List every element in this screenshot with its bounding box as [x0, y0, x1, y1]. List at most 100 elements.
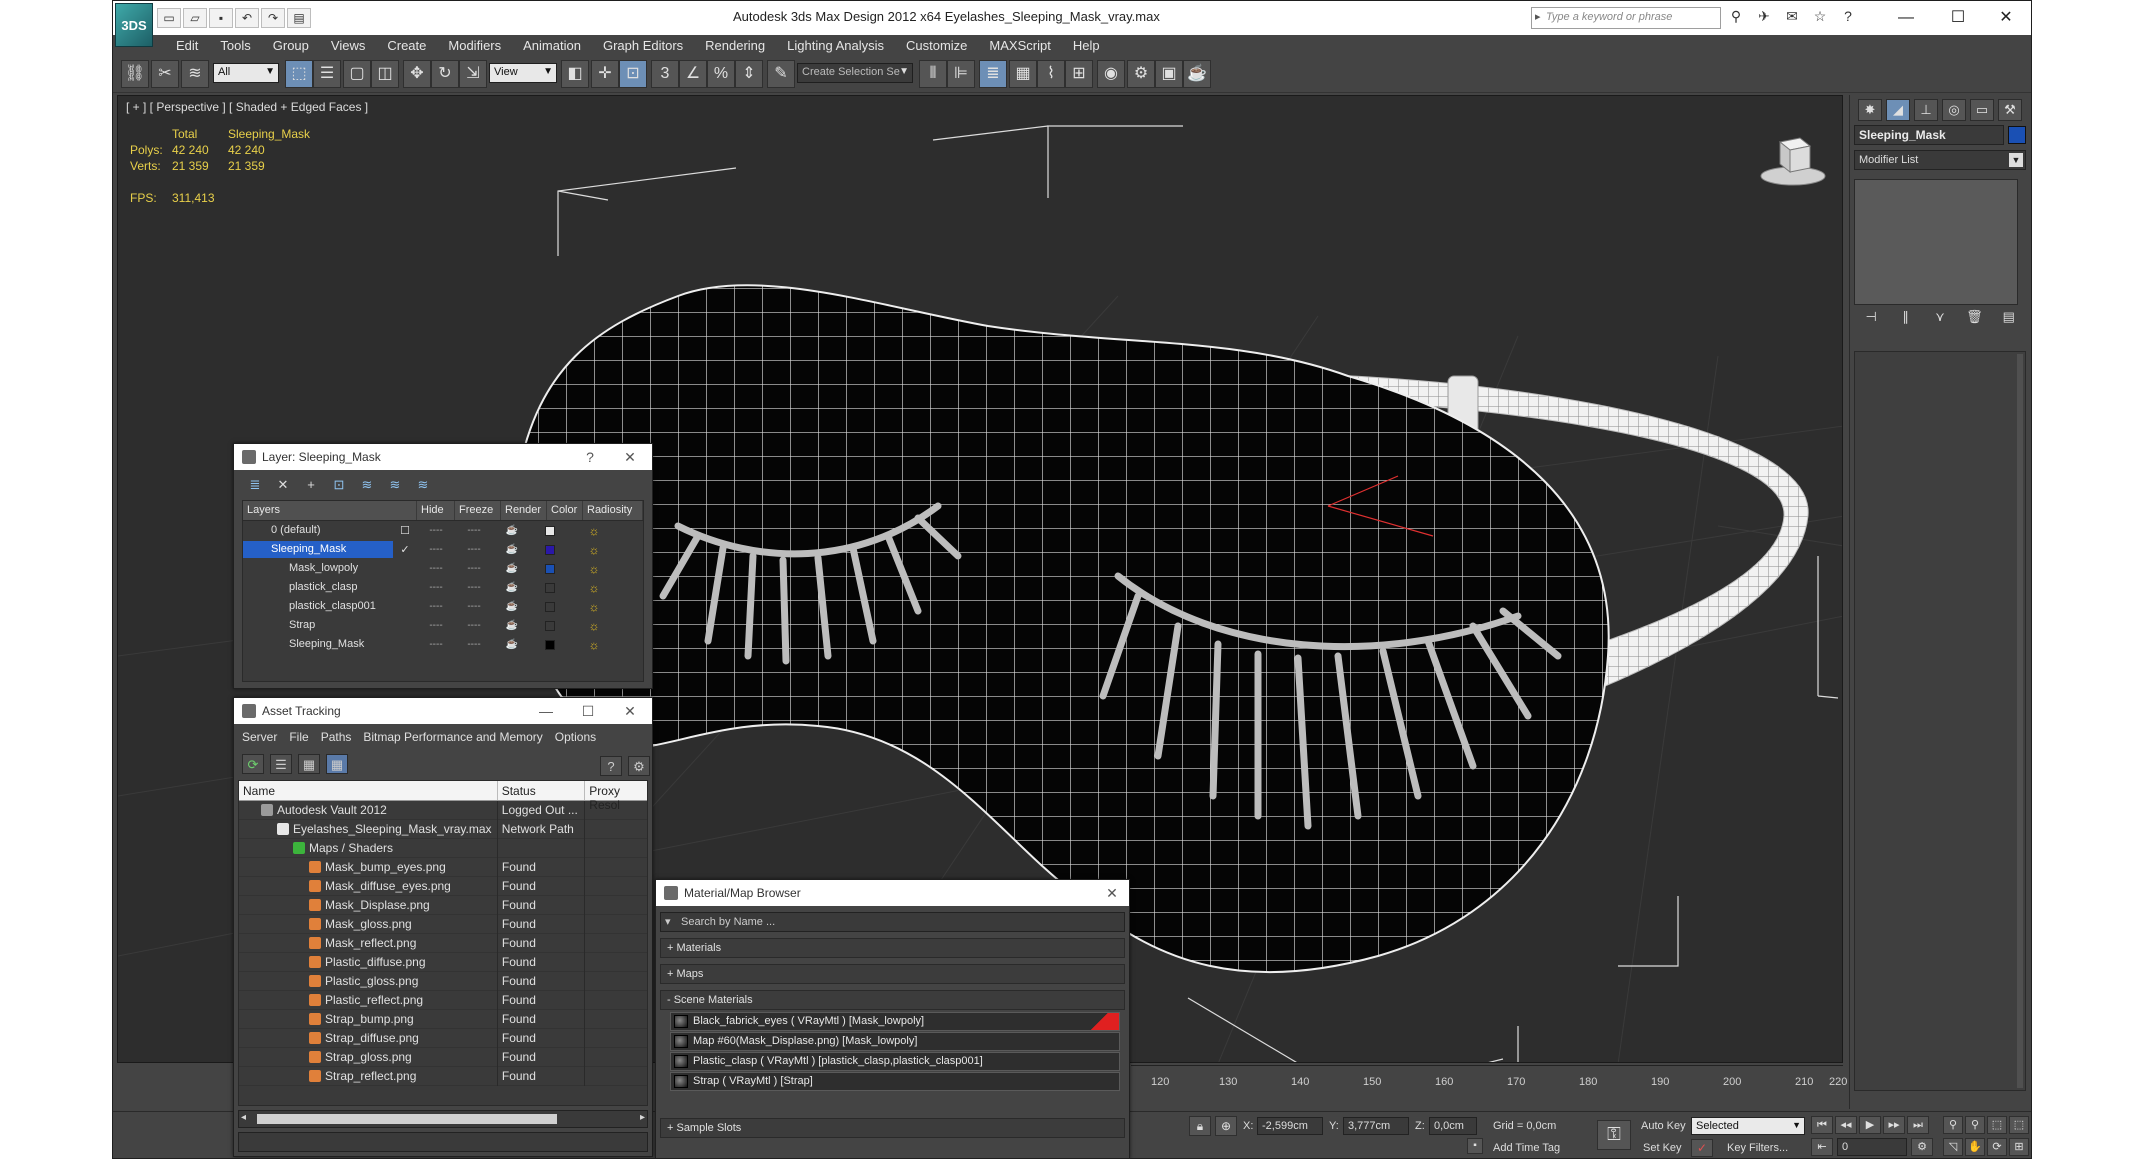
- table-row[interactable]: Eyelashes_Sleeping_Mask_vray.max Network …: [239, 819, 647, 839]
- communication-icon[interactable]: ✉: [1781, 8, 1803, 28]
- col-color[interactable]: Color: [547, 501, 583, 520]
- configure-sets-icon[interactable]: ▤: [1998, 309, 2020, 327]
- favorites-star-icon[interactable]: ☆: [1809, 8, 1831, 28]
- scene-materials-group[interactable]: - Scene Materials: [660, 990, 1125, 1010]
- scroll-right-icon[interactable]: ▸: [640, 1112, 645, 1123]
- radiosity-icon[interactable]: ☼: [569, 619, 619, 633]
- material-item[interactable]: Strap ( VRayMtl ) [Strap]: [670, 1072, 1120, 1091]
- close-button[interactable]: ✕: [1983, 5, 2029, 31]
- freeze-toggle[interactable]: ----: [455, 601, 493, 612]
- hide-toggle[interactable]: ----: [417, 582, 455, 593]
- key-icon[interactable]: ✓: [1691, 1139, 1713, 1157]
- graphite-modeling-icon[interactable]: ▦: [1009, 60, 1037, 88]
- layer-row[interactable]: Sleeping_Mask ---- ---- ☕ ☼: [243, 635, 643, 654]
- sample-slots-group[interactable]: + Sample Slots: [660, 1118, 1125, 1138]
- layer-manager-icon[interactable]: ≣: [979, 60, 1007, 88]
- asset-panel-minimize-button[interactable]: —: [536, 702, 556, 720]
- menu-rendering[interactable]: Rendering: [694, 35, 776, 57]
- rollout-area[interactable]: [1854, 351, 2026, 1091]
- asset-panel-close-button[interactable]: ✕: [620, 702, 640, 720]
- track-bar[interactable]: 120 130 140 150 160 170 180 190 200 210 …: [1131, 1065, 1847, 1091]
- freeze-toggle[interactable]: ----: [455, 544, 493, 555]
- table-row[interactable]: Plastic_diffuse.png Found: [239, 952, 647, 972]
- rollout-scrollbar[interactable]: [2017, 354, 2023, 1088]
- bind-space-warp-icon[interactable]: ≋: [181, 60, 209, 88]
- modify-tab-icon[interactable]: ◢: [1886, 99, 1910, 121]
- time-config-icon[interactable]: ⚙: [1911, 1138, 1933, 1156]
- menu-graph-editors[interactable]: Graph Editors: [592, 35, 694, 57]
- menu-edit[interactable]: Edit: [165, 35, 209, 57]
- minimize-button[interactable]: —: [1883, 5, 1929, 31]
- material-item[interactable]: Plastic_clasp ( VRayMtl ) [plastick_clas…: [670, 1052, 1120, 1071]
- align-icon[interactable]: ⊫: [947, 60, 975, 88]
- freeze-toggle[interactable]: ----: [455, 525, 493, 536]
- modifier-stack[interactable]: [1854, 179, 2018, 305]
- hide-toggle[interactable]: ----: [417, 544, 455, 555]
- set-key-button[interactable]: Set Key: [1643, 1142, 1682, 1154]
- freeze-toggle[interactable]: ----: [455, 582, 493, 593]
- table-row[interactable]: Strap_gloss.png Found: [239, 1047, 647, 1067]
- col-status[interactable]: Status: [498, 781, 586, 800]
- col-freeze[interactable]: Freeze: [455, 501, 501, 520]
- select-in-layer-icon[interactable]: ⊡: [328, 476, 350, 494]
- asset-menu-file[interactable]: File: [289, 730, 308, 744]
- redo-icon[interactable]: ↷: [261, 8, 285, 28]
- asset-panel-titlebar[interactable]: Asset Tracking — ☐ ✕: [234, 698, 652, 724]
- layer-color[interactable]: [531, 639, 569, 650]
- snaps-toggle-icon[interactable]: 3: [651, 60, 679, 88]
- app-logo[interactable]: 3DS: [115, 3, 153, 47]
- layer-row[interactable]: Sleeping_Mask ✓ ---- ---- ☕ ☼: [243, 540, 643, 559]
- col-render[interactable]: Render: [501, 501, 547, 520]
- asset-menu-options[interactable]: Options: [555, 730, 596, 744]
- layer-color[interactable]: [531, 544, 569, 555]
- edit-named-selection-icon[interactable]: ✎: [767, 60, 795, 88]
- menu-group[interactable]: Group: [262, 35, 320, 57]
- project-folder-icon[interactable]: ▤: [287, 8, 311, 28]
- select-object-icon[interactable]: ⬚: [285, 60, 313, 88]
- layer-row[interactable]: Strap ---- ---- ☕ ☼: [243, 616, 643, 635]
- reference-coord-select[interactable]: View ▼: [489, 63, 557, 83]
- material-search-input[interactable]: Search by Name ...: [660, 912, 1125, 932]
- pin-stack-icon[interactable]: ⊣: [1860, 309, 1882, 327]
- next-frame-icon[interactable]: ▸▸: [1883, 1116, 1905, 1134]
- layer-panel-titlebar[interactable]: Layer: Sleeping_Mask ? ✕: [234, 444, 652, 470]
- menu-customize[interactable]: Customize: [895, 35, 978, 57]
- rotate-icon[interactable]: ↻: [431, 60, 459, 88]
- freeze-toggle[interactable]: ----: [455, 639, 493, 650]
- maps-group[interactable]: + Maps: [660, 964, 1125, 984]
- col-radiosity[interactable]: Radiosity: [583, 501, 643, 520]
- table-row[interactable]: Mask_gloss.png Found: [239, 914, 647, 934]
- percent-snap-icon[interactable]: %: [707, 60, 735, 88]
- play-icon[interactable]: ▶: [1859, 1116, 1881, 1134]
- table-view-icon[interactable]: ▦: [298, 754, 320, 774]
- object-color-swatch[interactable]: [2008, 126, 2026, 144]
- material-browser-close-button[interactable]: ✕: [1102, 884, 1122, 902]
- previous-frame-icon[interactable]: ◂◂: [1835, 1116, 1857, 1134]
- move-icon[interactable]: ✥: [403, 60, 431, 88]
- menu-maxscript[interactable]: MAXScript: [978, 35, 1061, 57]
- angle-snap-icon[interactable]: ∠: [679, 60, 707, 88]
- radiosity-icon[interactable]: ☼: [569, 524, 619, 538]
- menu-lighting-analysis[interactable]: Lighting Analysis: [776, 35, 895, 57]
- layer-row[interactable]: plastick_clasp001 ---- ---- ☕ ☼: [243, 597, 643, 616]
- asset-menu-server[interactable]: Server: [242, 730, 277, 744]
- scale-icon[interactable]: ⇲: [459, 60, 487, 88]
- zoom-all-icon[interactable]: ⚲: [1965, 1116, 1985, 1134]
- zoom-extents-icon[interactable]: ⬚: [1987, 1116, 2007, 1134]
- time-tag-icon[interactable]: ▪: [1467, 1138, 1483, 1154]
- new-layer-icon[interactable]: ≣: [244, 476, 266, 494]
- y-coord-field[interactable]: 3,777cm: [1343, 1117, 1409, 1135]
- modifier-list-select[interactable]: Modifier List ▼: [1854, 150, 2026, 170]
- menu-modifiers[interactable]: Modifiers: [437, 35, 512, 57]
- object-name-field[interactable]: Sleeping_Mask: [1854, 125, 2004, 145]
- render-toggle-icon[interactable]: ☕: [493, 582, 531, 593]
- window-crossing-icon[interactable]: ◫: [371, 60, 399, 88]
- layer-color[interactable]: [531, 601, 569, 612]
- hierarchy-tab-icon[interactable]: ⊥: [1914, 99, 1938, 121]
- render-toggle-icon[interactable]: ☕: [493, 620, 531, 631]
- open-file-icon[interactable]: ▱: [183, 8, 207, 28]
- binoculars-icon[interactable]: ⚲: [1725, 8, 1747, 28]
- subscription-icon[interactable]: ✈: [1753, 8, 1775, 28]
- display-tab-icon[interactable]: ▭: [1970, 99, 1994, 121]
- keyboard-shortcut-override-icon[interactable]: ⊡: [619, 60, 647, 88]
